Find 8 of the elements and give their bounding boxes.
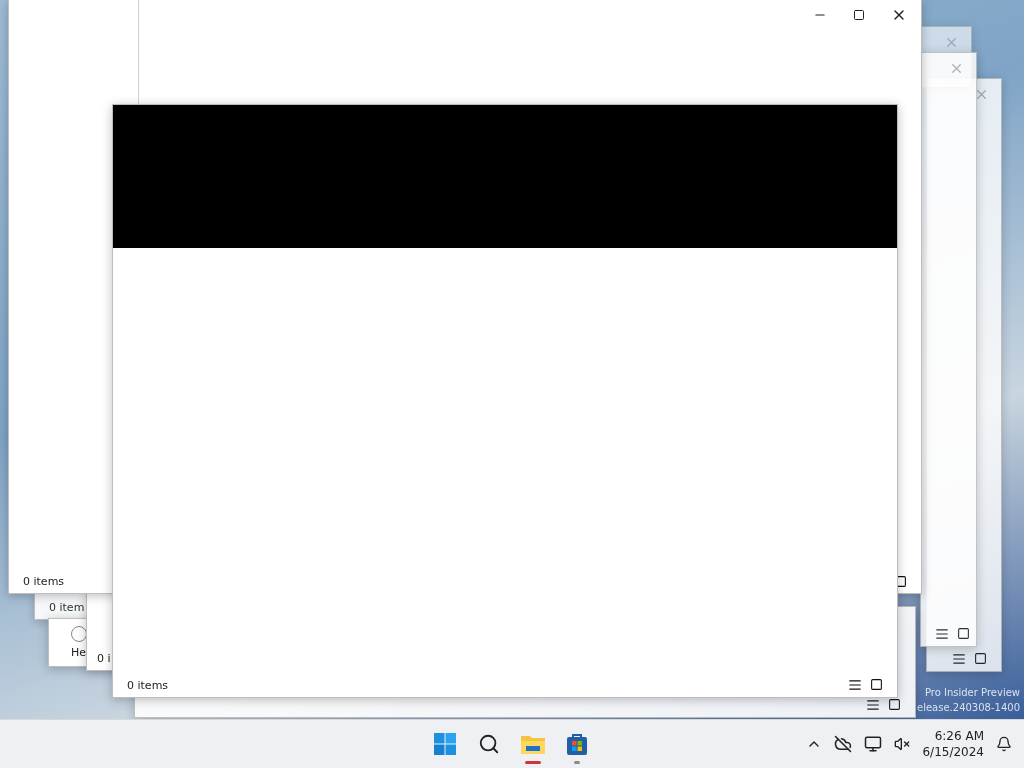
status-text: 0 items (127, 678, 169, 692)
status-text: 0 items (23, 574, 65, 588)
clock[interactable]: 6:26 AM 6/15/2024 (922, 728, 984, 760)
watermark-text: elease.240308-1400 (917, 701, 1020, 715)
item-label: He (71, 646, 87, 659)
status-text: 0 item (49, 600, 85, 614)
watermark-text: Pro Insider Preview (923, 686, 1020, 700)
status-text: 0 i (97, 651, 111, 665)
